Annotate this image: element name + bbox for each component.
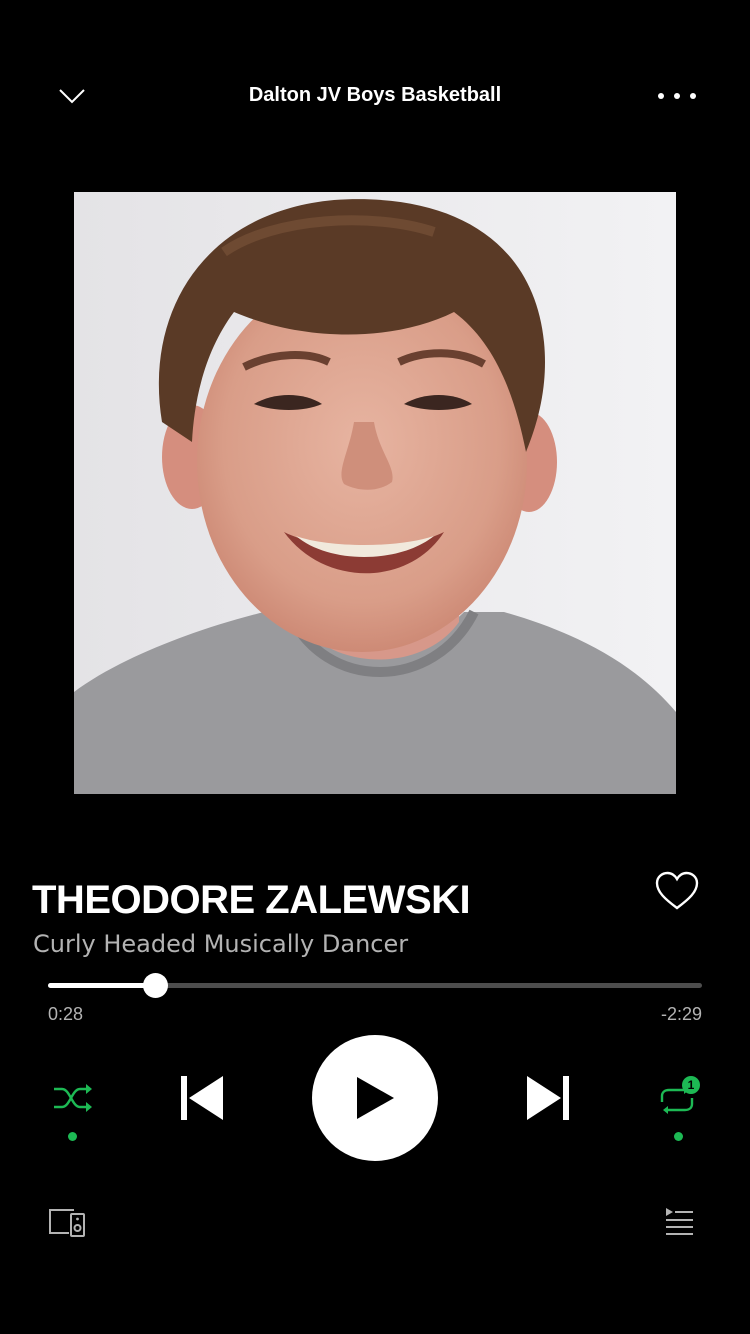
more-horizontal-icon bbox=[658, 93, 696, 99]
progress-bar[interactable] bbox=[48, 973, 702, 998]
play-button[interactable] bbox=[312, 1035, 438, 1161]
elapsed-time: 0:28 bbox=[48, 1004, 84, 1024]
repeat-badge: 1 bbox=[688, 1078, 695, 1092]
collapse-button[interactable] bbox=[52, 76, 92, 116]
album-artwork bbox=[74, 192, 676, 794]
connect-devices-button[interactable] bbox=[46, 1202, 88, 1242]
skip-next-icon bbox=[527, 1076, 569, 1120]
previous-button[interactable] bbox=[172, 1070, 232, 1126]
track-title: THEODORE ZALEWSKI bbox=[32, 878, 471, 922]
queue-button[interactable] bbox=[660, 1202, 698, 1242]
shuffle-button[interactable] bbox=[44, 1072, 100, 1124]
devices-icon bbox=[49, 1209, 85, 1237]
shuffle-active-indicator bbox=[68, 1132, 77, 1141]
more-options-button[interactable] bbox=[652, 80, 702, 112]
progress-handle[interactable] bbox=[142, 973, 168, 998]
shuffle-icon bbox=[54, 1084, 92, 1112]
repeat-button[interactable]: 1 bbox=[650, 1072, 706, 1124]
next-button[interactable] bbox=[518, 1070, 578, 1126]
progress-fill bbox=[48, 983, 155, 988]
play-icon bbox=[357, 1077, 394, 1119]
like-button[interactable] bbox=[652, 866, 702, 916]
skip-previous-icon bbox=[181, 1076, 223, 1120]
queue-icon bbox=[666, 1208, 693, 1235]
heart-icon bbox=[655, 871, 699, 910]
portrait-photo bbox=[74, 192, 676, 794]
repeat-one-icon: 1 bbox=[660, 1076, 700, 1114]
playing-from-title: Dalton JV Boys Basketball bbox=[248, 84, 502, 106]
remaining-time: -2:29 bbox=[660, 1004, 702, 1024]
chevron-down-icon bbox=[59, 89, 85, 104]
repeat-active-indicator bbox=[674, 1132, 683, 1141]
track-subtitle[interactable]: Curly Headed Musically Dancer bbox=[33, 926, 593, 962]
